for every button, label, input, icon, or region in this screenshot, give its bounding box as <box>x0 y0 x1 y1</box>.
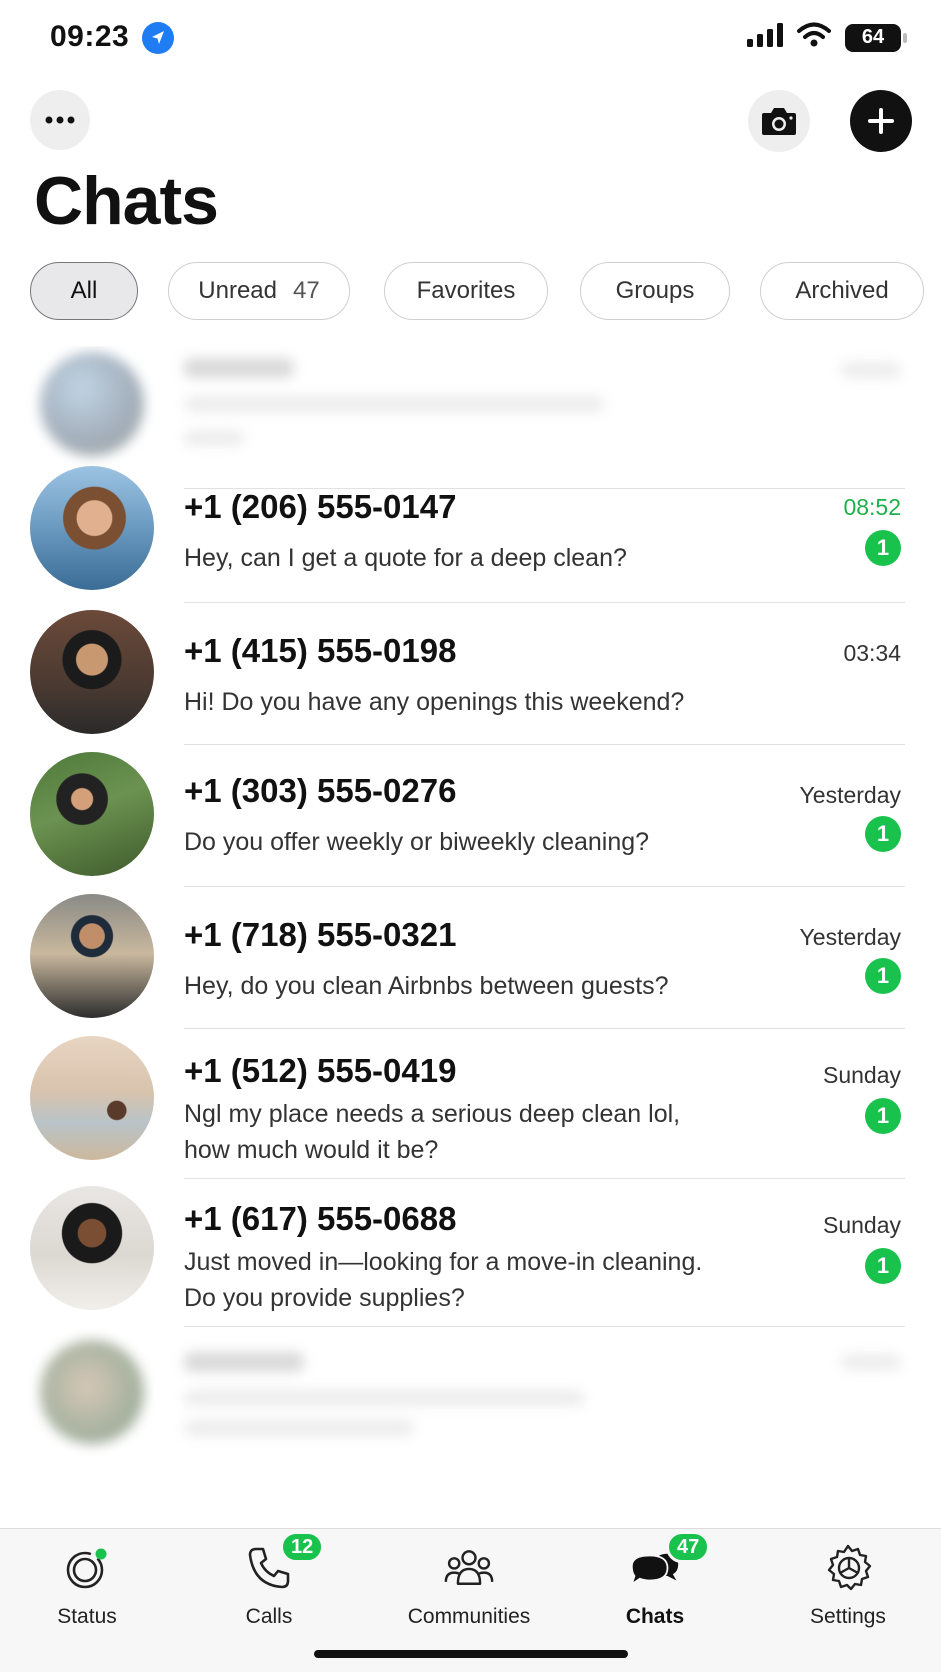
chat-name: +1 (303) 555-0276 <box>184 772 457 809</box>
plus-icon <box>868 108 894 134</box>
location-arrow-icon <box>142 22 174 54</box>
unread-count: 47 <box>293 277 320 304</box>
avatar <box>30 610 154 734</box>
more-options-button[interactable] <box>30 90 90 150</box>
row-divider <box>184 886 905 887</box>
tab-label: Settings <box>810 1605 886 1628</box>
chat-time: Sunday <box>822 1212 901 1238</box>
unread-badge: 1 <box>865 530 901 566</box>
chip-label: Archived <box>795 277 889 304</box>
chats-badge: 47 <box>666 1531 711 1563</box>
row-divider <box>184 744 905 745</box>
chat-preview: Just moved in—looking for a move-in clea… <box>184 1248 703 1312</box>
avatar <box>30 1036 154 1160</box>
filter-favorites-chip[interactable]: Favorites <box>384 262 548 320</box>
chat-row[interactable]: +1 (512) 555-0419 Sunday Ngl my place ne… <box>0 1036 941 1182</box>
tab-calls[interactable]: 12 Calls <box>194 1531 344 1643</box>
chat-name: +1 (512) 555-0419 <box>184 1052 457 1089</box>
tab-status[interactable]: Status <box>12 1543 162 1643</box>
chat-row[interactable]: +1 (303) 555-0276 Yesterday Do you offer… <box>0 752 941 894</box>
chat-name: +1 (415) 555-0198 <box>184 632 457 669</box>
chat-time: 03:34 <box>843 640 901 666</box>
ellipsis-icon <box>45 116 75 124</box>
tab-label: Calls <box>245 1605 293 1628</box>
filter-archived-chip[interactable]: Archived <box>760 262 924 320</box>
page-title: Chats <box>34 163 219 239</box>
calls-badge: 12 <box>280 1531 325 1563</box>
avatar <box>30 894 154 1018</box>
chat-preview: Hey, do you clean Airbnbs between guests… <box>184 972 669 1000</box>
chat-row[interactable]: +1 (206) 555-0147 08:52 Hey, can I get a… <box>0 466 941 614</box>
chat-preview: Ngl my place needs a serious deep clean … <box>184 1100 681 1164</box>
row-divider <box>184 602 905 603</box>
chat-preview: Hey, can I get a quote for a deep clean? <box>184 544 627 572</box>
phone-icon: 12 <box>244 1531 325 1593</box>
tab-label: Communities <box>407 1605 531 1628</box>
unread-badge: 1 <box>865 1248 901 1284</box>
chat-row[interactable]: +1 (415) 555-0198 03:34 Hi! Do you have … <box>0 610 941 750</box>
chip-label: Favorites <box>416 277 516 304</box>
tab-settings[interactable]: Settings <box>773 1543 923 1643</box>
avatar <box>40 1340 144 1444</box>
avatar <box>30 752 154 876</box>
chats-icon: 47 <box>630 1531 711 1593</box>
chat-time: 08:52 <box>843 494 901 520</box>
filter-unread-chip[interactable]: Unread 47 <box>168 262 350 320</box>
row-divider <box>184 1178 905 1179</box>
unread-badge: 1 <box>865 1098 901 1134</box>
chat-name: +1 (617) 555-0688 <box>184 1200 457 1237</box>
chat-time: Sunday <box>822 1062 901 1088</box>
tab-communities[interactable]: Communities <box>394 1543 544 1643</box>
chat-row-blurred[interactable] <box>0 1334 941 1484</box>
chat-name: +1 (206) 555-0147 <box>184 488 457 525</box>
chip-label: Groups <box>615 277 695 304</box>
unread-badge: 1 <box>865 816 901 852</box>
wifi-icon <box>797 22 831 53</box>
chat-preview: Do you offer weekly or biweekly cleaning… <box>184 828 650 856</box>
tab-chats[interactable]: 47 Chats <box>580 1531 730 1643</box>
avatar <box>40 352 144 456</box>
chat-time: Yesterday <box>799 782 901 808</box>
status-time: 09:23 <box>50 20 130 53</box>
camera-icon <box>762 108 796 135</box>
row-divider <box>184 1326 905 1327</box>
status-bar: 09:23 64 <box>0 0 941 80</box>
chat-time: Yesterday <box>799 924 901 950</box>
chat-row[interactable]: +1 (718) 555-0321 Yesterday Hey, do you … <box>0 894 941 1036</box>
status-icon <box>62 1543 112 1593</box>
chip-label: All <box>70 277 98 304</box>
avatar <box>30 466 154 590</box>
filter-chips: All Unread 47 Favorites Groups Archived <box>30 262 930 322</box>
tab-bar: Status 12 Calls Communities 47 Chats Set… <box>0 1528 941 1672</box>
battery-icon: 64 <box>845 23 907 52</box>
filter-groups-chip[interactable]: Groups <box>580 262 730 320</box>
unread-badge: 1 <box>865 958 901 994</box>
signal-icon <box>747 23 783 52</box>
communities-icon <box>444 1543 494 1593</box>
chat-row[interactable]: +1 (617) 555-0688 Sunday Just moved in—l… <box>0 1186 941 1332</box>
chat-preview: Hi! Do you have any openings this weeken… <box>184 688 685 716</box>
row-divider <box>184 1028 905 1029</box>
tab-label: Status <box>57 1605 117 1628</box>
avatar <box>30 1186 154 1310</box>
chip-label: Unread <box>198 277 277 304</box>
home-indicator[interactable] <box>314 1650 628 1658</box>
camera-button[interactable] <box>748 90 810 152</box>
tab-label: Chats <box>625 1605 685 1628</box>
chat-list: +1 (206) 555-0147 08:52 Hey, can I get a… <box>0 346 941 1528</box>
gear-icon <box>823 1543 873 1593</box>
status-indicators: 64 <box>747 22 907 53</box>
chat-name: +1 (718) 555-0321 <box>184 916 457 953</box>
filter-all-chip[interactable]: All <box>30 262 138 320</box>
new-chat-button[interactable] <box>850 90 912 152</box>
